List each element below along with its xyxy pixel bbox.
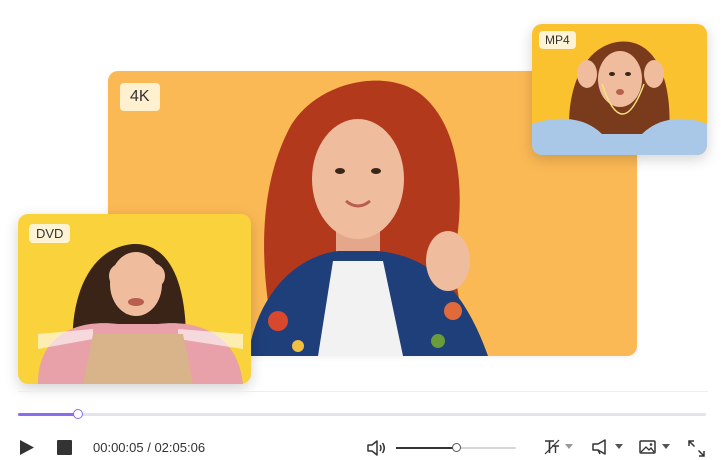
volume-icon	[367, 440, 385, 456]
volume-handle[interactable]	[452, 443, 461, 452]
chevron-down-icon	[615, 444, 623, 449]
time-separator: /	[143, 440, 155, 455]
play-button[interactable]	[19, 439, 35, 456]
play-icon	[20, 440, 34, 455]
mp4-video-thumbnail[interactable]: MP4	[532, 24, 707, 155]
subtitle-dropdown[interactable]	[543, 437, 573, 457]
chevron-down-icon	[565, 444, 573, 449]
volume-button[interactable]	[366, 439, 386, 457]
format-badge-mp4: MP4	[539, 31, 576, 49]
controls-divider	[18, 391, 708, 392]
fullscreen-icon	[688, 440, 705, 457]
current-time: 00:00:05	[93, 440, 144, 455]
audio-track-dropdown[interactable]	[591, 437, 623, 457]
volume-slider[interactable]	[396, 443, 516, 452]
chevron-down-icon	[662, 444, 670, 449]
stop-button[interactable]	[57, 440, 72, 455]
subtitle-icon	[544, 439, 560, 455]
seek-bar[interactable]	[18, 409, 706, 419]
dvd-video-thumbnail[interactable]: DVD	[18, 214, 251, 384]
seek-bar-progress	[18, 413, 78, 416]
volume-level	[396, 447, 456, 449]
total-time: 02:05:06	[154, 440, 206, 455]
fullscreen-button[interactable]	[688, 440, 705, 457]
audio-track-icon	[592, 439, 606, 455]
format-badge-dvd: DVD	[29, 224, 71, 243]
playback-time: 00:00:05 / 02:05:06	[93, 440, 205, 456]
snapshot-dropdown[interactable]	[638, 437, 670, 457]
seek-bar-handle[interactable]	[72, 409, 83, 419]
format-badge-4k: 4K	[120, 83, 160, 111]
snapshot-icon	[639, 440, 656, 454]
